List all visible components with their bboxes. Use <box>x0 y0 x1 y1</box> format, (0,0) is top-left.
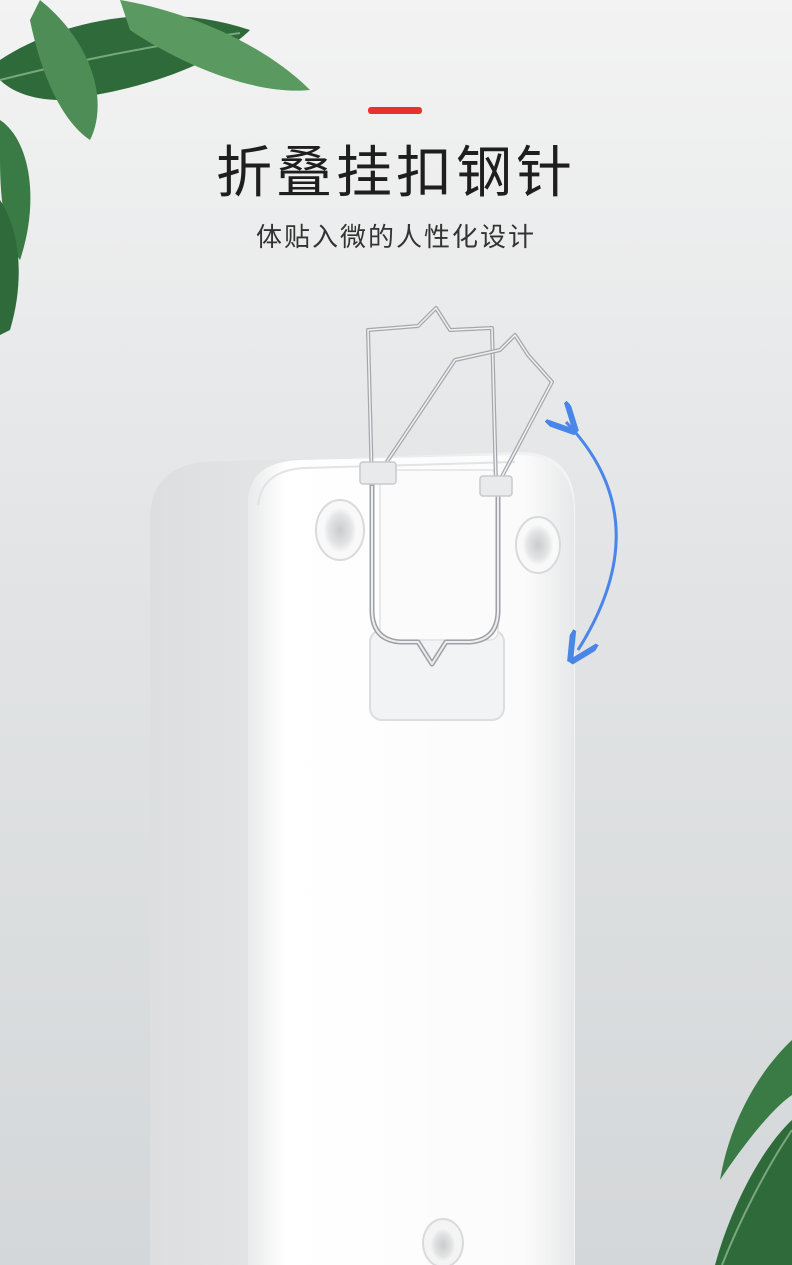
power-strip <box>150 452 575 1265</box>
title-accent-bar <box>368 107 422 114</box>
hook-recess <box>369 469 505 721</box>
page-subtitle: 体贴入微的人性化设计 <box>255 223 536 253</box>
product-detail-page: 折叠挂扣钢针 体贴入微的人性化设计 <box>0 0 792 1265</box>
mounting-hole-bottom <box>422 1218 464 1265</box>
mounting-hole-right <box>515 516 561 574</box>
leaf-bottom-right <box>715 1040 792 1265</box>
mounting-hole-left <box>315 499 365 561</box>
page-title: 折叠挂扣钢针 <box>216 141 576 206</box>
